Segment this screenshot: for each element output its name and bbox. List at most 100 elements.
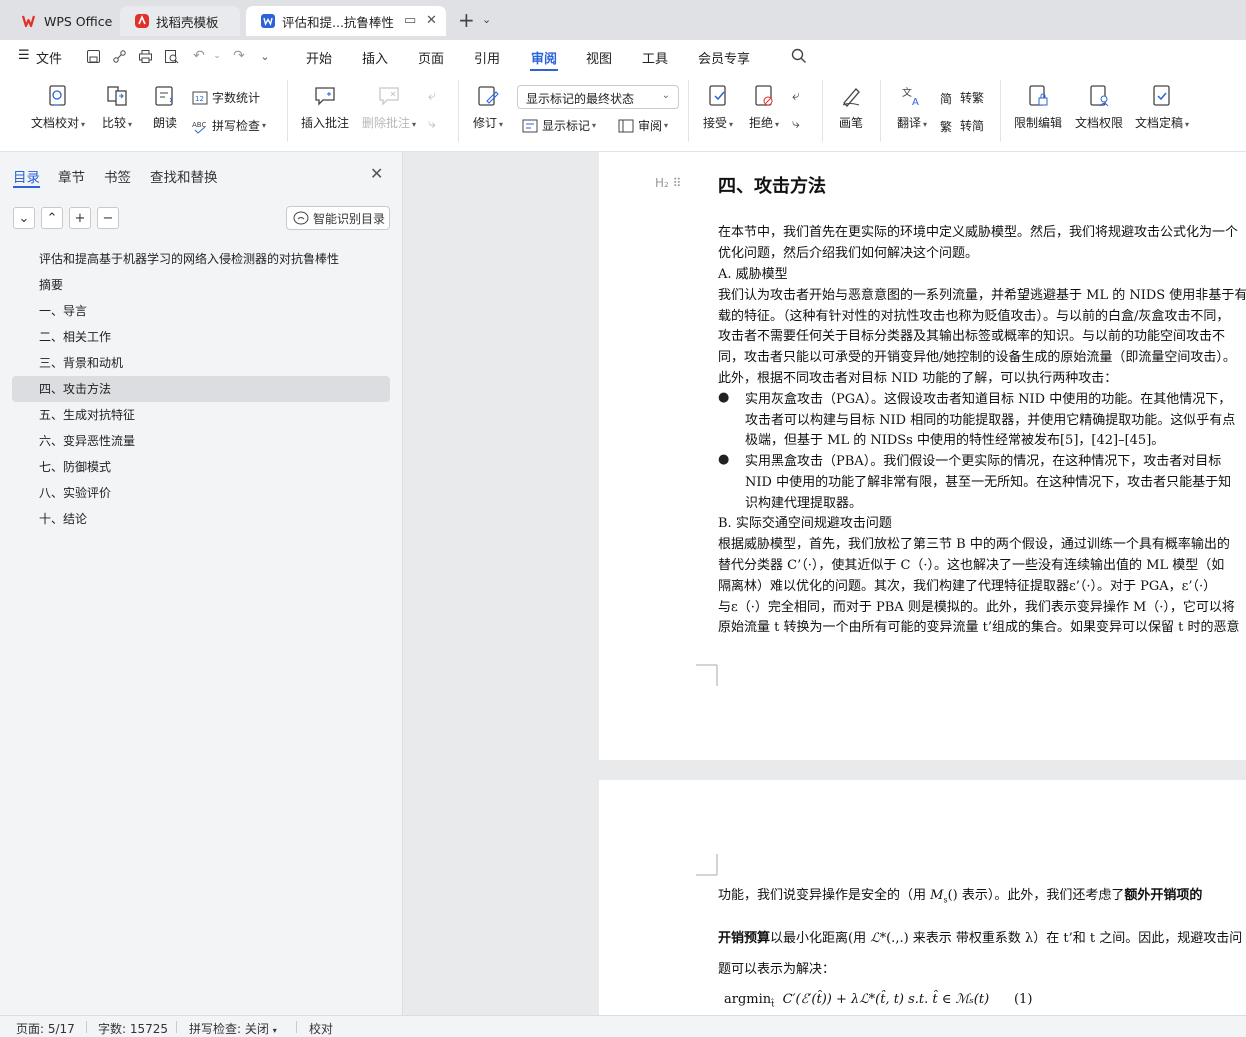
label: 接受 — [702, 116, 727, 130]
close-tab-icon[interactable]: ✕ — [426, 13, 437, 28]
bullet-line: 实用黑盒攻击（PBA）。我们假设一个更实际的情况，在这种情况下，攻击者对目标 — [745, 454, 1222, 469]
screen-icon[interactable]: ▭ — [404, 13, 416, 28]
svg-text:文: 文 — [902, 86, 912, 99]
save-icon[interactable] — [84, 47, 102, 65]
menu-review[interactable]: 审阅 — [531, 48, 557, 67]
print-preview-icon[interactable] — [162, 47, 180, 65]
toc-item[interactable]: 二、相关工作 — [12, 324, 390, 350]
document-page[interactable]: H₂ ⠿ 四、攻击方法 在本节中，我们首先在更实际的环境中定义威胁模型。然后，我… — [599, 152, 1246, 760]
tab-find-replace[interactable]: 查找和替换 — [150, 166, 218, 186]
spell-check-button[interactable]: ABC 拼写检查 ▾ — [192, 117, 266, 134]
ribbon-divider — [880, 80, 881, 142]
word-count-indicator[interactable]: 字数: 15725 — [98, 1020, 168, 1037]
more-chevron-icon[interactable]: ⌄ — [256, 47, 274, 65]
paragraph-line: 功能，我们说变异操作是安全的（用 Ms() 表示）。此外，我们还考虑了额外开销项… — [718, 886, 1246, 911]
remove-heading-button[interactable]: − — [97, 207, 119, 229]
label: 限制编辑 — [1013, 116, 1062, 130]
equation-operator: argmin — [724, 992, 772, 1007]
pen-button[interactable]: 画笔 — [836, 84, 866, 131]
doc-finalize-button[interactable]: 文档定稿 ▾ — [1132, 84, 1192, 131]
redo-icon[interactable]: ↷ — [230, 47, 248, 65]
undo-icon[interactable]: ↶ — [190, 47, 208, 65]
to-traditional-button[interactable]: 简 转繁 — [940, 89, 984, 106]
smart-toc-button[interactable]: 智能识别目录 — [286, 206, 390, 230]
document-canvas[interactable]: H₂ ⠿ 四、攻击方法 在本节中，我们首先在更实际的环境中定义威胁模型。然后，我… — [404, 152, 1246, 1015]
review-pane-button[interactable]: 审阅 ▾ — [618, 117, 668, 134]
tab-toc[interactable]: 目录 — [13, 166, 40, 186]
tab-label: 找稻壳模板 — [156, 14, 219, 30]
toc-item[interactable]: 十、结论 — [12, 506, 390, 532]
doc-permission-button[interactable]: 文档权限 — [1073, 84, 1125, 131]
menu-insert[interactable]: 插入 — [362, 48, 388, 67]
document-page[interactable]: 功能，我们说变异操作是安全的（用 Ms() 表示）。此外，我们还考虑了额外开销项… — [599, 780, 1246, 1015]
toc-item-active[interactable]: 四、攻击方法 — [12, 376, 390, 402]
select-value: 显示标记的最终状态 — [526, 92, 635, 106]
word-count-button[interactable]: 12 字数统计 — [192, 89, 260, 106]
read-aloud-button[interactable]: 朗读 — [150, 84, 180, 131]
toc-item[interactable]: 评估和提高基于机器学习的网络入侵检测器的对抗鲁棒性 — [12, 246, 390, 272]
close-icon[interactable]: ✕ — [370, 164, 383, 183]
tab-bookmarks[interactable]: 书签 — [104, 166, 131, 186]
proofread-indicator[interactable]: 校对 — [309, 1020, 333, 1037]
doc-proofread-button[interactable]: 文档校对 ▾ — [28, 84, 88, 131]
ribbon-divider — [287, 80, 288, 142]
toc-item[interactable]: 八、实验评价 — [12, 480, 390, 506]
print-icon[interactable] — [136, 47, 154, 65]
tab-document[interactable]: 评估和提...抗鲁棒性 ▭ ✕ — [246, 6, 446, 36]
page-indicator[interactable]: 页面: 5/17 — [16, 1020, 75, 1037]
next-change-icon[interactable]: ⤷ — [792, 116, 800, 132]
label: 修订 — [472, 116, 497, 130]
menu-home[interactable]: 开始 — [306, 48, 332, 67]
status-bar: 页面: 5/17 字数: 15725 拼写检查: 关闭 ▾ 校对 — [0, 1015, 1246, 1037]
menu-member[interactable]: 会员专享 — [698, 48, 750, 67]
next-comment-icon[interactable]: ⤷ — [428, 116, 436, 132]
toc-item[interactable]: 三、背景和动机 — [12, 350, 390, 376]
plus-icon: + — [74, 210, 86, 226]
undo-dropdown-icon[interactable]: ⌄ — [208, 47, 226, 65]
collapse-all-button[interactable]: ⌄ — [13, 207, 35, 229]
menu-references[interactable]: 引用 — [474, 48, 500, 67]
hamburger-icon[interactable]: ☰ — [18, 48, 30, 63]
menu-file[interactable]: 文件 — [36, 48, 62, 67]
paragraph-line: 此外，根据不同攻击者对目标 NID 功能的了解，可以执行两种攻击： — [718, 371, 1118, 386]
search-icon[interactable] — [790, 47, 808, 65]
spell-check-indicator[interactable]: 拼写检查: 关闭 ▾ — [189, 1020, 277, 1037]
heading-level-marker[interactable]: H₂ ⠿ — [655, 176, 681, 190]
restrict-edit-button[interactable]: 限制编辑 — [1012, 84, 1064, 131]
translate-button[interactable]: 文A 翻译 ▾ — [892, 84, 932, 131]
tab-sections[interactable]: 章节 — [58, 166, 85, 186]
heading-level-label: H₂ — [655, 176, 669, 190]
menu-tools[interactable]: 工具 — [642, 48, 668, 67]
menu-page[interactable]: 页面 — [418, 48, 444, 67]
paragraph-line: 替代分类器 C’（·），使其近似于 C（·）。这也解决了一些没有连续输出值的 M… — [718, 558, 1225, 573]
delete-comment-button[interactable]: 删除批注 ▾ — [360, 84, 418, 131]
tab-wps-office[interactable]: WPS Office — [8, 6, 114, 36]
add-heading-button[interactable]: + — [69, 207, 91, 229]
markup-state-select[interactable]: 显示标记的最终状态 ⌄ — [517, 85, 679, 109]
expand-up-button[interactable]: ⌃ — [41, 207, 63, 229]
show-markup-button[interactable]: 显示标记 ▾ — [522, 117, 596, 134]
tab-label: WPS Office — [44, 13, 113, 29]
review-pane-icon — [618, 119, 634, 132]
menu-view[interactable]: 视图 — [586, 48, 612, 67]
toc-item[interactable]: 摘要 — [12, 272, 390, 298]
accept-icon — [709, 85, 726, 106]
tab-template[interactable]: 找稻壳模板 — [120, 6, 240, 36]
track-changes-button[interactable]: 修订 ▾ — [470, 84, 506, 131]
previous-comment-icon[interactable]: ⤶ — [428, 88, 436, 104]
insert-comment-button[interactable]: 插入批注 — [300, 84, 350, 131]
accept-button[interactable]: 接受 ▾ — [700, 84, 736, 131]
toc-item[interactable]: 六、变异恶性流量 — [12, 428, 390, 454]
compare-button[interactable]: 比较 ▾ — [99, 84, 135, 131]
toc-item[interactable]: 五、生成对抗特征 — [12, 402, 390, 428]
toc-item[interactable]: 七、防御模式 — [12, 454, 390, 480]
menu-bar: ☰ 文件 ↶ ⌄ ↷ ⌄ 开始 插入 页面 引用 审阅 视图 工具 会员专享 — [0, 40, 1246, 72]
to-simplified-button[interactable]: 繁 转简 — [940, 117, 984, 134]
chevron-down-icon[interactable]: ⌄ — [482, 13, 491, 26]
finalize-icon — [1153, 85, 1170, 106]
share-icon[interactable] — [110, 47, 128, 65]
toc-item[interactable]: 一、导言 — [12, 298, 390, 324]
previous-change-icon[interactable]: ⤶ — [792, 88, 800, 104]
reject-button[interactable]: 拒绝 ▾ — [746, 84, 782, 131]
new-tab-icon[interactable]: + — [458, 10, 475, 30]
